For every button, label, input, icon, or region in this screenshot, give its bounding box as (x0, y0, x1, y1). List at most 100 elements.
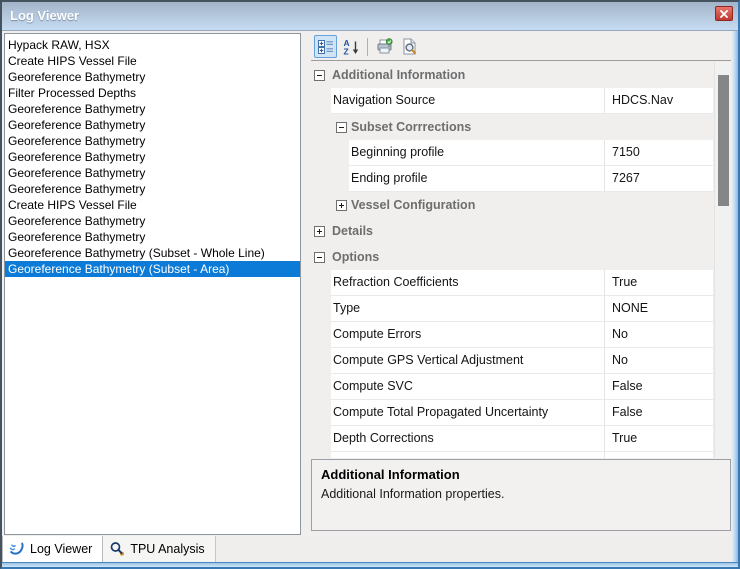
property-value[interactable]: HDCS.Nav (605, 88, 713, 114)
property-name[interactable]: Compute Errors (331, 322, 605, 348)
tab-tpu-analysis[interactable]: TPU Analysis (103, 536, 215, 562)
scrollbar-thumb[interactable] (718, 75, 729, 206)
collapse-icon[interactable] (314, 252, 325, 263)
property-value[interactable]: True (605, 426, 713, 452)
row-indent (311, 400, 331, 426)
property-row: Compute Total Propagated UncertaintyFals… (311, 400, 714, 426)
property-name[interactable]: Beginning profile (349, 140, 605, 166)
sort-alphabetical-icon: A Z (343, 39, 359, 55)
category-label: Subset Corrrections (351, 120, 471, 134)
log-list-item[interactable]: Filter Processed Depths (5, 85, 300, 101)
sort-alphabetical-button[interactable]: A Z (339, 35, 362, 58)
close-button[interactable] (715, 6, 733, 21)
property-name[interactable]: Compute GPS Vertical Adjustment (331, 348, 605, 374)
property-row: Refraction CoefficientsTrue (311, 270, 714, 296)
print-icon (376, 38, 393, 55)
category-label: Vessel Configuration (351, 198, 475, 212)
category-row[interactable]: Options (311, 244, 714, 270)
log-list-item[interactable]: Georeference Bathymetry (5, 213, 300, 229)
category-label: Details (332, 224, 373, 238)
tpu-analysis-icon (109, 541, 125, 557)
property-grid-rows: Additional Information Navigation SourceH… (311, 62, 714, 458)
property-grid-toolbar: A Z (311, 33, 731, 61)
property-name[interactable]: Refraction Coefficients (331, 270, 605, 296)
property-value[interactable]: True (605, 270, 713, 296)
property-name[interactable]: Compute Total Propagated Uncertainty (331, 400, 605, 426)
category-label: Additional Information (332, 68, 465, 82)
print-preview-button[interactable] (398, 35, 421, 58)
property-row: TypeNONE (311, 296, 714, 322)
property-value[interactable]: False (605, 374, 713, 400)
row-indent (311, 88, 331, 114)
log-list-item[interactable]: Georeference Bathymetry (5, 165, 300, 181)
row-indent (311, 140, 349, 166)
category-row[interactable]: Details (311, 218, 714, 244)
expand-icon[interactable] (336, 200, 347, 211)
window-frame-bottom (2, 562, 738, 567)
collapse-icon[interactable] (336, 122, 347, 133)
log-viewer-icon (9, 541, 25, 557)
property-row: Beginning profile7150 (311, 140, 714, 166)
row-indent (311, 296, 331, 322)
row-indent (311, 322, 331, 348)
tab-log-viewer-label: Log Viewer (30, 542, 92, 556)
categorized-icon (318, 39, 334, 55)
property-row: Compute GPS Vertical AdjustmentNo (311, 348, 714, 374)
expand-icon[interactable] (314, 226, 325, 237)
row-indent (311, 452, 331, 458)
log-list-item[interactable]: Hypack RAW, HSX (5, 37, 300, 53)
row-indent (311, 348, 331, 374)
property-value[interactable]: NONE (605, 296, 713, 322)
property-row: Navigation SourceHDCS.Nav (311, 88, 714, 114)
category-row[interactable]: Additional Information (311, 62, 714, 88)
log-viewer-window: Log Viewer Hypack RAW, HSXCreate HIPS Ve… (0, 0, 740, 569)
property-row: Depth CorrectionsTrue (311, 426, 714, 452)
log-list-item[interactable]: Georeference Bathymetry (5, 117, 300, 133)
row-indent (311, 166, 349, 192)
tab-log-viewer[interactable]: Log Viewer (2, 536, 103, 562)
property-value[interactable]: No (605, 348, 713, 374)
log-list-item[interactable]: Georeference Bathymetry (5, 69, 300, 85)
tab-tpu-analysis-label: TPU Analysis (130, 542, 204, 556)
property-value[interactable]: No (605, 322, 713, 348)
print-preview-icon (401, 38, 418, 55)
row-indent (311, 270, 331, 296)
property-value[interactable]: 7150 (605, 140, 713, 166)
property-name[interactable] (331, 452, 605, 458)
description-title: Additional Information (321, 467, 721, 482)
category-row[interactable]: Subset Corrrections (311, 114, 714, 140)
collapse-icon[interactable] (314, 70, 325, 81)
log-list[interactable]: Hypack RAW, HSXCreate HIPS Vessel FileGe… (4, 33, 301, 535)
property-panel: A Z (311, 33, 731, 535)
category-row[interactable]: Vessel Configuration (311, 192, 714, 218)
close-icon (720, 10, 728, 18)
titlebar[interactable]: Log Viewer (2, 2, 738, 31)
property-grid-scrollbar[interactable] (714, 62, 731, 458)
property-value[interactable] (605, 452, 713, 458)
log-list-item[interactable]: Create HIPS Vessel File (5, 53, 300, 69)
log-list-item[interactable]: Georeference Bathymetry (5, 229, 300, 245)
log-list-item[interactable]: Georeference Bathymetry (5, 133, 300, 149)
log-list-item[interactable]: Georeference Bathymetry (Subset - Whole … (5, 245, 300, 261)
log-list-item[interactable]: Georeference Bathymetry (Subset - Area) (5, 261, 300, 277)
svg-text:Z: Z (343, 46, 348, 55)
window-frame-right (731, 31, 738, 562)
row-indent (311, 374, 331, 400)
property-name[interactable]: Depth Corrections (331, 426, 605, 452)
log-list-item[interactable]: Georeference Bathymetry (5, 101, 300, 117)
property-name[interactable]: Navigation Source (331, 88, 605, 114)
property-name[interactable]: Type (331, 296, 605, 322)
bottom-tabstrip: Log Viewer TPU Analysis (2, 536, 738, 562)
property-row: Ending profile7267 (311, 166, 714, 192)
property-value[interactable]: False (605, 400, 713, 426)
log-list-item[interactable]: Georeference Bathymetry (5, 181, 300, 197)
description-text: Additional Information properties. (321, 487, 721, 501)
print-button[interactable] (373, 35, 396, 58)
property-value[interactable]: 7267 (605, 166, 713, 192)
property-row: Compute ErrorsNo (311, 322, 714, 348)
property-name[interactable]: Compute SVC (331, 374, 605, 400)
property-name[interactable]: Ending profile (349, 166, 605, 192)
log-list-item[interactable]: Create HIPS Vessel File (5, 197, 300, 213)
categorized-button[interactable] (314, 35, 337, 58)
log-list-item[interactable]: Georeference Bathymetry (5, 149, 300, 165)
